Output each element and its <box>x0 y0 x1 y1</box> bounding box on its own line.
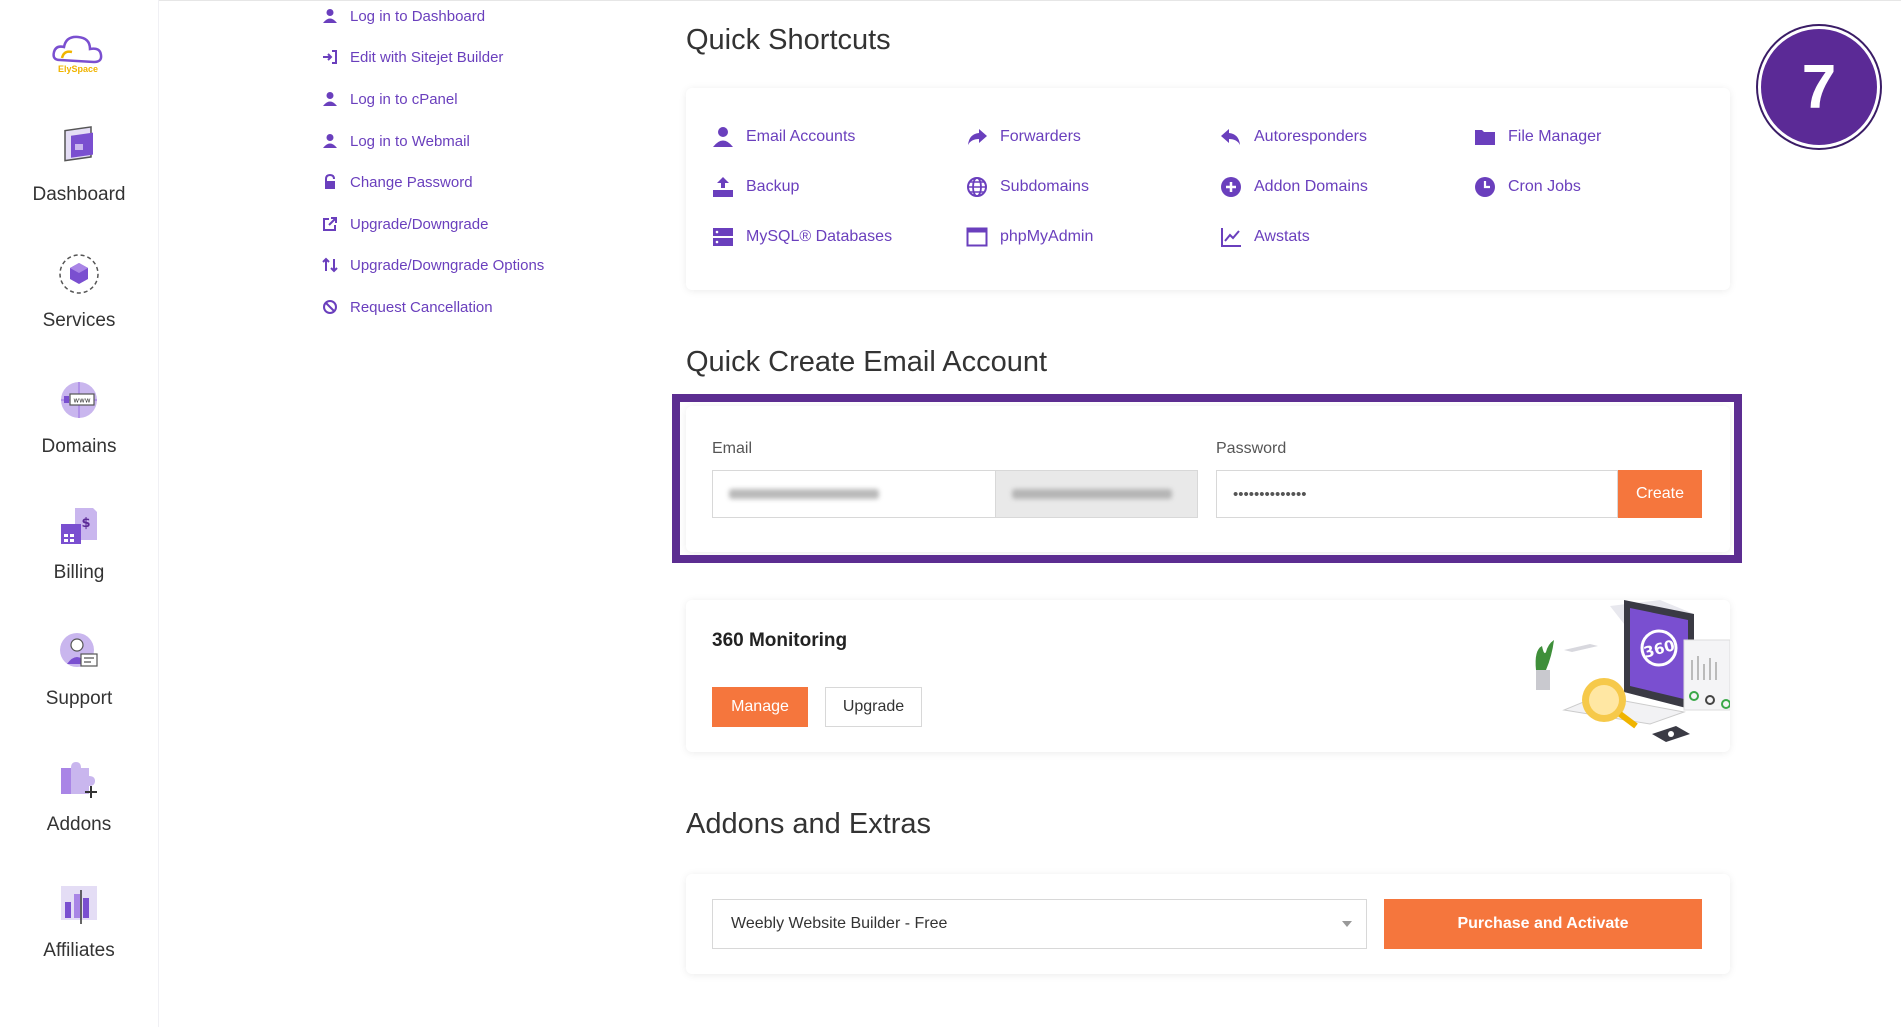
share-arrow-icon <box>968 129 987 145</box>
shortcut-cron-jobs[interactable]: Cron Jobs <box>1474 174 1581 200</box>
line-chart-icon <box>1221 228 1241 247</box>
sort-arrows-icon <box>322 257 338 273</box>
sidebar-item-billing[interactable]: $ Billing <box>0 502 158 584</box>
user-icon <box>713 127 733 147</box>
plus-circle-icon <box>1221 177 1241 197</box>
action-login-dashboard[interactable]: Log in to Dashboard <box>322 5 485 27</box>
lock-icon <box>325 174 335 189</box>
reply-icon <box>1221 129 1240 145</box>
shortcut-backup[interactable]: Backup <box>712 174 799 200</box>
quick-shortcuts-card: Email Accounts Forwarders Autoresponders… <box>686 88 1730 290</box>
left-sidebar: ElySpace Dashboard Services www Domains <box>0 0 159 1027</box>
upgrade-button[interactable]: Upgrade <box>825 687 922 727</box>
dashboard-icon <box>64 126 93 162</box>
shortcut-subdomains[interactable]: Subdomains <box>966 174 1089 200</box>
billing-icon: $ <box>61 508 97 544</box>
action-label: Upgrade/Downgrade Options <box>350 256 545 274</box>
action-change-password[interactable]: Change Password <box>322 171 473 193</box>
services-icon <box>59 254 99 294</box>
sidebar-label: Billing <box>53 562 105 583</box>
addon-select[interactable]: Weebly Website Builder - Free <box>712 899 1367 949</box>
action-upgrade-downgrade-options[interactable]: Upgrade/Downgrade Options <box>322 254 544 276</box>
action-label: Log in to cPanel <box>350 90 458 108</box>
shortcut-label: Backup <box>746 178 800 195</box>
manage-button[interactable]: Manage <box>712 687 808 727</box>
svg-text:www: www <box>73 397 90 405</box>
upload-icon <box>713 177 733 197</box>
affiliates-icon <box>61 886 97 924</box>
quick-shortcuts-heading: Quick Shortcuts <box>686 24 891 56</box>
shortcut-label: MySQL® Databases <box>746 228 893 245</box>
chevron-down-icon <box>1342 921 1352 927</box>
monitoring-card: 360 Monitoring Manage Upgrade 360 <box>686 600 1730 752</box>
shortcut-label: Awstats <box>1254 228 1310 245</box>
shortcut-awstats[interactable]: Awstats <box>1220 224 1310 250</box>
action-label: Upgrade/Downgrade <box>350 215 489 233</box>
sidebar-label: Addons <box>46 814 112 835</box>
action-label: Request Cancellation <box>350 298 493 316</box>
shortcut-label: Cron Jobs <box>1508 178 1581 195</box>
user-icon <box>323 92 337 106</box>
sidebar-label: Dashboard <box>32 184 126 205</box>
database-icon <box>713 228 733 246</box>
purchase-activate-button[interactable]: Purchase and Activate <box>1384 899 1702 949</box>
sidebar-label: Support <box>45 688 113 709</box>
folder-icon <box>1475 130 1495 145</box>
quick-create-email-heading: Quick Create Email Account <box>686 346 1048 378</box>
shortcut-email-accounts[interactable]: Email Accounts <box>712 124 855 150</box>
shortcut-autoresponders[interactable]: Autoresponders <box>1220 124 1367 150</box>
shortcut-label: File Manager <box>1508 128 1602 145</box>
shortcut-label: Autoresponders <box>1254 128 1367 145</box>
sign-in-icon <box>323 50 337 64</box>
sidebar-item-support[interactable]: Support <box>0 628 158 710</box>
top-border <box>0 0 1901 5</box>
action-request-cancellation[interactable]: Request Cancellation <box>322 296 493 318</box>
support-icon <box>60 633 98 667</box>
addons-heading: Addons and Extras <box>686 808 932 840</box>
action-label: Log in to Dashboard <box>350 7 486 25</box>
shortcut-forwarders[interactable]: Forwarders <box>966 124 1081 150</box>
clock-icon <box>1475 177 1495 197</box>
sidebar-label: Affiliates <box>43 940 115 961</box>
shortcut-addon-domains[interactable]: Addon Domains <box>1220 174 1368 200</box>
sidebar-item-services[interactable]: Services <box>0 250 158 332</box>
svg-text:$: $ <box>81 516 90 531</box>
sidebar-label: Domains <box>41 436 117 457</box>
globe-icon <box>967 177 987 197</box>
sidebar-label: Services <box>42 310 116 331</box>
shortcut-label: phpMyAdmin <box>1000 228 1094 245</box>
action-upgrade-downgrade[interactable]: Upgrade/Downgrade <box>322 213 488 235</box>
monitoring-illustration: 360 <box>1535 600 1730 742</box>
sidebar-item-domains[interactable]: www Domains <box>0 376 158 458</box>
user-icon <box>323 134 337 148</box>
ban-icon <box>323 300 337 314</box>
external-link-icon <box>323 217 337 231</box>
sidebar-item-affiliates[interactable]: Affiliates <box>0 880 158 962</box>
shortcut-label: Email Accounts <box>746 128 856 145</box>
action-label: Change Password <box>350 173 473 191</box>
shortcut-label: Addon Domains <box>1254 178 1368 195</box>
shortcut-mysql-databases[interactable]: MySQL® Databases <box>712 224 892 250</box>
step-number-badge: 7 <box>1758 26 1880 148</box>
addons-icon <box>61 762 97 798</box>
domains-icon: www <box>61 382 97 418</box>
shortcut-phpmyadmin[interactable]: phpMyAdmin <box>966 224 1093 250</box>
shortcut-label: Subdomains <box>1000 178 1089 195</box>
sidebar-item-addons[interactable]: Addons <box>0 754 158 836</box>
action-edit-sitejet[interactable]: Edit with Sitejet Builder <box>322 46 503 68</box>
sidebar-item-dashboard[interactable]: Dashboard <box>0 124 158 206</box>
monitoring-title: 360 Monitoring <box>712 630 848 651</box>
action-login-cpanel[interactable]: Log in to cPanel <box>322 88 458 110</box>
user-icon <box>323 9 337 23</box>
addon-selected-value: Weebly Website Builder - Free <box>731 915 948 932</box>
action-label: Edit with Sitejet Builder <box>350 48 504 66</box>
window-icon <box>966 227 988 247</box>
logo-text: ElySpace <box>57 64 99 74</box>
shortcut-file-manager[interactable]: File Manager <box>1474 124 1601 150</box>
action-login-webmail[interactable]: Log in to Webmail <box>322 130 470 152</box>
highlight-frame <box>672 394 1742 563</box>
action-label: Log in to Webmail <box>350 132 470 150</box>
shortcut-label: Forwarders <box>1000 128 1081 145</box>
